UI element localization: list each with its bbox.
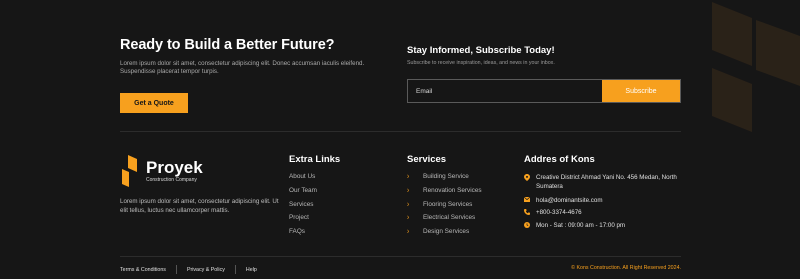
- divider-top: [120, 131, 681, 132]
- get-quote-button[interactable]: Get a Quote: [120, 93, 188, 113]
- chevron-right-icon: ›: [407, 226, 410, 237]
- privacy-link[interactable]: Privacy & Policy: [187, 267, 225, 273]
- footer-link-faqs[interactable]: FAQs: [289, 228, 317, 242]
- email-input[interactable]: [408, 80, 602, 102]
- envelope-icon: [523, 196, 536, 204]
- address-phone[interactable]: +800-3374-4676: [524, 209, 686, 222]
- divider-bottom: [120, 256, 681, 257]
- service-label: Electrical Services: [423, 214, 476, 222]
- extra-links-list: About Us Our Team Services Project FAQs: [289, 173, 317, 242]
- service-link-electrical[interactable]: › Electrical Services: [407, 213, 482, 228]
- address-location: Creative District Ahmad Yani No. 456 Med…: [524, 174, 686, 197]
- hours-text: Mon - Sat : 09:00 am - 17:00 pm: [536, 222, 626, 229]
- separator: [234, 265, 236, 274]
- logo-tagline: Construction Company: [146, 177, 197, 183]
- extra-links-title: Extra Links: [289, 154, 341, 165]
- address-title: Addres of Kons: [524, 154, 595, 165]
- map-pin-icon: [524, 174, 536, 183]
- service-link-flooring[interactable]: › Flooring Services: [407, 199, 482, 215]
- separator: [175, 265, 177, 274]
- cta-text: Lorem ipsum dolor sit amet, consectetur …: [120, 60, 365, 76]
- subscribe-button[interactable]: Subscribe: [602, 80, 680, 102]
- address-hours: Mon - Sat : 09:00 am - 17:00 pm: [524, 222, 686, 234]
- chevron-right-icon: ›: [407, 213, 410, 223]
- chevron-right-icon: ›: [407, 171, 410, 181]
- footer-link-team[interactable]: Our Team: [289, 187, 317, 201]
- service-label: Building Service: [423, 173, 469, 180]
- footer-link-services[interactable]: Services: [289, 201, 317, 215]
- clock-icon: [524, 222, 536, 230]
- address-email[interactable]: hola@dominantsite.com: [523, 196, 686, 209]
- address-list: Creative District Ahmad Yani No. 456 Med…: [523, 174, 686, 234]
- footer-link-project[interactable]: Project: [289, 214, 317, 228]
- chevron-right-icon: ›: [407, 185, 410, 195]
- service-link-renovation[interactable]: › Renovation Services: [407, 185, 482, 201]
- service-link-building[interactable]: › Building Service: [407, 171, 482, 187]
- email-text: hola@dominantsite.com: [536, 197, 603, 204]
- service-label: Renovation Services: [423, 186, 482, 194]
- help-link[interactable]: Help: [246, 267, 257, 273]
- phone-text: +800-3374-4676: [536, 209, 582, 216]
- brand-description: Lorem ipsum dolor sit amet, consectetur …: [120, 198, 279, 214]
- service-link-design[interactable]: › Design Services: [407, 226, 482, 242]
- logo-name: Proyek: [146, 158, 203, 177]
- services-list: › Building Service › Renovation Services ›…: [407, 171, 482, 242]
- phone-icon: [524, 209, 536, 217]
- subscribe-form: Subscribe: [407, 79, 681, 103]
- copyright-text: © Kons Construction. All Right Reserved …: [571, 265, 681, 271]
- terms-link[interactable]: Terms & Conditions: [120, 267, 166, 273]
- legal-links: Terms & Conditions Privacy & Policy Help: [120, 265, 257, 274]
- service-label: Design Services: [423, 228, 470, 236]
- logo-icon: [122, 155, 137, 187]
- cta-title: Ready to Build a Better Future?: [120, 37, 335, 53]
- logo[interactable]: Proyek Construction Company: [120, 155, 203, 187]
- chevron-right-icon: ›: [407, 199, 410, 209]
- subscribe-title: Stay Informed, Subscribe Today!: [407, 45, 555, 56]
- services-title: Services: [407, 154, 447, 165]
- footer-link-about[interactable]: About Us: [289, 173, 317, 187]
- service-label: Flooring Services: [423, 200, 473, 208]
- subscribe-text: Subscribe to receive inspiration, ideas,…: [407, 60, 555, 66]
- address-text: Creative District Ahmad Yani No. 456 Med…: [536, 174, 677, 190]
- decorative-shapes: [712, 2, 800, 132]
